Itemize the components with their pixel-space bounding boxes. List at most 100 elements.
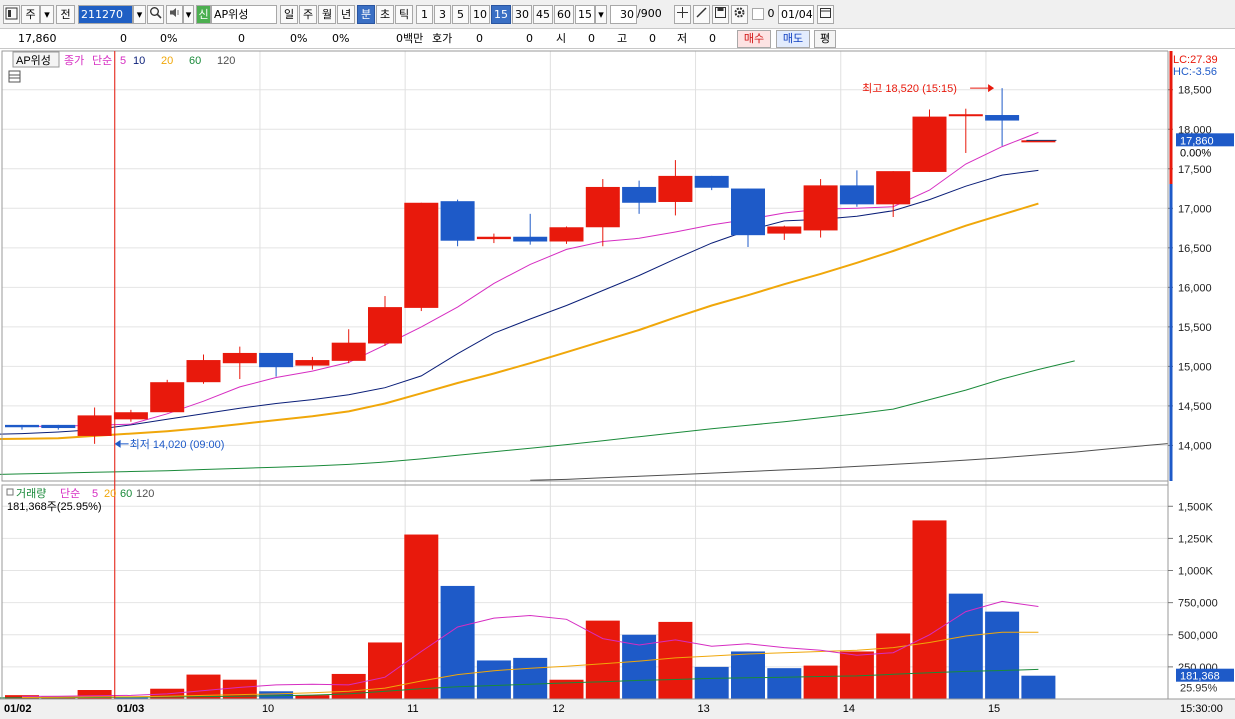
interval-button-60[interactable]: 60 — [554, 5, 574, 24]
interval-button-1[interactable]: 1 — [416, 5, 433, 24]
prev-button[interactable]: 전 — [56, 5, 75, 24]
candle-body — [948, 114, 983, 117]
candle-body — [803, 185, 838, 231]
candle-body — [5, 424, 39, 428]
sell-button[interactable]: 매도 — [776, 30, 810, 48]
save-icon[interactable] — [712, 5, 729, 24]
price-tick-label: 14,500 — [1178, 401, 1212, 413]
candlesticks — [5, 88, 1056, 444]
period-button-tick[interactable]: 틱 — [395, 5, 413, 24]
crosshair-icon[interactable] — [674, 5, 691, 24]
price-change: 0 — [120, 32, 127, 45]
interval-select[interactable]: 15 — [575, 5, 595, 24]
candle-body — [876, 171, 911, 205]
avg-button[interactable]: 평 — [814, 30, 836, 48]
candle-body — [222, 352, 257, 364]
interval-button-10[interactable]: 10 — [470, 5, 490, 24]
price-legend-item: 60 — [189, 55, 201, 67]
price-legend-item: 종가 — [64, 54, 84, 67]
volume-tick-label: 750,000 — [1178, 598, 1218, 610]
high-label: 고 — [617, 32, 628, 45]
candle-body — [368, 307, 402, 344]
table-icon[interactable] — [8, 70, 21, 83]
speaker-icon[interactable] — [166, 5, 183, 24]
count-total: /900 — [637, 7, 662, 20]
price-legend-item: 5 — [120, 55, 126, 67]
candle-body — [186, 360, 221, 383]
ma120-line — [530, 437, 1220, 481]
current-price-pct: 0.00% — [1180, 147, 1211, 159]
search-icon[interactable] — [147, 5, 164, 24]
chevron-down-icon[interactable]: ▾ — [595, 5, 607, 24]
hoga-label: 호가 — [432, 32, 453, 45]
chevron-down-icon[interactable]: ▾ — [133, 5, 146, 24]
price-tick-label: 17,000 — [1178, 203, 1212, 215]
interval-button-3[interactable]: 3 — [434, 5, 451, 24]
candle-body — [767, 226, 802, 234]
volume-legend-item: 20 — [104, 488, 116, 500]
period-button-day[interactable]: 일 — [280, 5, 298, 24]
period-unit-select[interactable]: 주 — [21, 5, 40, 24]
period-button-second[interactable]: 초 — [376, 5, 394, 24]
volume-legend-item: 거래량 — [16, 487, 46, 500]
candle-body — [259, 352, 294, 368]
hc-label: HC:-3.56 — [1173, 66, 1217, 78]
price-legend-item: 120 — [217, 55, 235, 67]
x-tick-label: 01/02 — [4, 703, 32, 715]
period-button-year[interactable]: 년 — [337, 5, 355, 24]
candle-body — [440, 201, 475, 241]
price-tick-label: 14,000 — [1178, 440, 1212, 452]
trade-amount: 0백만 — [396, 32, 424, 45]
volume-bar — [476, 660, 511, 699]
stock-code-input[interactable]: 211270 — [78, 5, 133, 24]
toolbar: 주 ▾ 전 211270 ▾ ▾ 신 AP위성 일 주 월 년 분 초 틱 1 … — [0, 0, 1235, 29]
volume-tick-label: 500,000 — [1178, 630, 1218, 642]
high-annotation: 최고 18,520 (15:15) — [862, 82, 957, 95]
other-pct: 0% — [332, 32, 350, 45]
stock-name-field[interactable]: AP위성 — [211, 5, 277, 24]
volume-bar — [404, 534, 439, 699]
chevron-down-icon[interactable]: ▾ — [183, 5, 194, 24]
gear-icon[interactable] — [731, 5, 748, 24]
draw-icon[interactable] — [693, 5, 710, 24]
chart-axes — [0, 49, 1235, 719]
ma60-line — [0, 360, 1075, 475]
period-button-week[interactable]: 주 — [299, 5, 317, 24]
volume-bar — [658, 621, 693, 699]
interval-button-15[interactable]: 15 — [491, 5, 511, 24]
x-axis-bar — [0, 699, 1235, 719]
checkbox[interactable] — [752, 8, 764, 20]
volume-bars — [5, 520, 1056, 699]
date-input[interactable]: 01/04 — [778, 5, 814, 24]
volume-bar — [331, 673, 366, 699]
price-tick-label: 17,500 — [1178, 164, 1212, 176]
chart-labels: 18,50018,00017,50017,00016,50016,00015,5… — [4, 51, 1234, 715]
chevron-down-icon[interactable]: ▾ — [40, 5, 54, 24]
volume-bar — [948, 593, 983, 699]
stock-chart[interactable]: 18,50018,00017,50017,00016,50016,00015,5… — [0, 49, 1235, 719]
x-tick-label: 12 — [552, 703, 564, 715]
candle-body — [658, 175, 693, 202]
volume-bar — [985, 611, 1020, 699]
price-legend-item: 단순 — [92, 54, 112, 67]
price-tick-label: 18,500 — [1178, 85, 1212, 97]
hoga-value-2: 0 — [526, 32, 533, 45]
candle-body — [150, 382, 185, 413]
calendar-icon[interactable] — [817, 5, 834, 24]
period-button-minute[interactable]: 분 — [357, 5, 375, 24]
x-tick-label: 15 — [988, 703, 1000, 715]
interval-button-45[interactable]: 45 — [533, 5, 553, 24]
volume-pct: 0% — [290, 32, 308, 45]
volume-current-pct: 25.95% — [1180, 683, 1218, 695]
count-input[interactable]: 30 — [610, 5, 637, 24]
interval-button-30[interactable]: 30 — [512, 5, 532, 24]
interval-button-5[interactable]: 5 — [452, 5, 469, 24]
period-button-month[interactable]: 월 — [318, 5, 336, 24]
volume-current-tag: 181,368 — [1180, 671, 1220, 683]
volume-current-label: 181,368주(25.95%) — [7, 501, 102, 513]
layout-icon[interactable] — [3, 5, 20, 24]
price-tick-label: 16,000 — [1178, 282, 1212, 294]
buy-button[interactable]: 매수 — [737, 30, 771, 48]
x-axis-time: 15:30:00 — [1180, 703, 1223, 715]
volume-bar — [876, 633, 911, 699]
